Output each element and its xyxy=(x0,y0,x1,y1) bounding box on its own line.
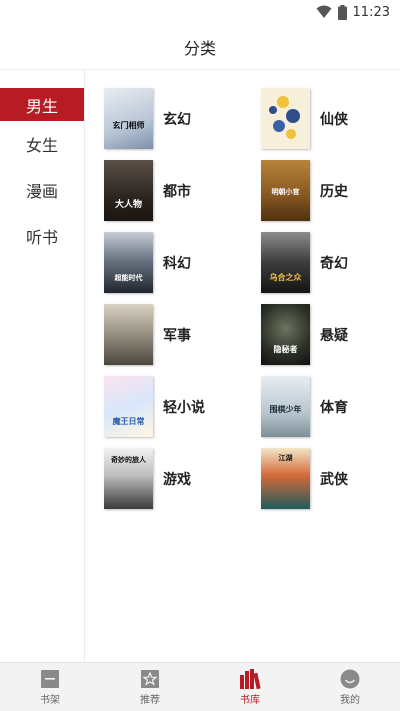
category-qihuan[interactable]: 乌合之众 奇幻 xyxy=(261,232,400,293)
page-title: 分类 xyxy=(183,38,216,58)
sidebar-item-comics[interactable]: 漫画 xyxy=(0,167,84,213)
category-label: 科幻 xyxy=(163,255,191,272)
smiley-icon xyxy=(340,669,360,688)
book-cover: 奇妙的旅人 xyxy=(104,448,153,509)
category-xuanyi[interactable]: 隐秘者 悬疑 xyxy=(261,304,400,365)
battery-icon xyxy=(337,4,347,20)
gender-sidebar: 男生 女生 漫画 听书 xyxy=(0,70,85,662)
bottom-tab-bar: 书架 推荐 书库 我的 xyxy=(0,662,400,711)
status-bar: 11:23 xyxy=(0,0,400,24)
tab-label: 推荐 xyxy=(140,694,160,706)
category-label: 武侠 xyxy=(320,471,348,488)
category-label: 奇幻 xyxy=(320,255,348,272)
category-kehuan[interactable]: 超能时代 科幻 xyxy=(104,232,261,293)
tab-label: 我的 xyxy=(340,694,360,706)
category-qingxiaoshuo[interactable]: 魔王日常 轻小说 xyxy=(104,376,261,437)
category-xuanhuan[interactable]: 玄门相师 玄幻 xyxy=(104,88,261,149)
category-label: 轻小说 xyxy=(163,399,205,416)
category-label: 体育 xyxy=(320,399,348,416)
wifi-icon xyxy=(316,5,332,18)
tab-label: 书库 xyxy=(240,694,260,706)
page-title-bar: 分类 xyxy=(0,24,400,70)
book-cover: 魔王日常 xyxy=(104,376,153,437)
book-cover: 明朝小官 xyxy=(261,160,310,221)
status-time: 11:23 xyxy=(352,4,390,20)
category-label: 仙侠 xyxy=(320,111,348,128)
category-junshi[interactable]: 军事 xyxy=(104,304,261,365)
library-icon xyxy=(240,668,261,689)
book-cover: 江湖 xyxy=(261,448,310,509)
sidebar-item-male[interactable]: 男生 xyxy=(0,88,84,121)
book-cover: 隐秘者 xyxy=(261,304,310,365)
tab-library[interactable]: 书库 xyxy=(200,663,300,711)
book-cover: 大人物 xyxy=(104,160,153,221)
category-lishi[interactable]: 明朝小官 历史 xyxy=(261,160,400,221)
tab-bookshelf[interactable]: 书架 xyxy=(0,663,100,711)
bookshelf-icon xyxy=(41,669,59,688)
category-label: 军事 xyxy=(163,327,191,344)
book-cover: 玄门相师 xyxy=(104,88,153,149)
tab-recommend[interactable]: 推荐 xyxy=(100,663,200,711)
category-dushi[interactable]: 大人物 都市 xyxy=(104,160,261,221)
star-icon xyxy=(141,669,159,688)
sidebar-item-female[interactable]: 女生 xyxy=(0,121,84,167)
category-wuxia[interactable]: 江湖 武侠 xyxy=(261,448,400,509)
category-youxi[interactable]: 奇妙的旅人 游戏 xyxy=(104,448,261,509)
book-cover xyxy=(261,88,310,149)
category-grid: 玄门相师 玄幻 仙侠 大人物 都市 明朝小官 历史 超能时代 科幻 乌合之众 奇… xyxy=(104,88,400,509)
book-cover xyxy=(104,304,153,365)
category-label: 历史 xyxy=(320,183,348,200)
tab-profile[interactable]: 我的 xyxy=(300,663,400,711)
category-label: 悬疑 xyxy=(320,327,348,344)
sidebar-item-audiobooks[interactable]: 听书 xyxy=(0,213,84,259)
book-cover: 乌合之众 xyxy=(261,232,310,293)
category-tiyu[interactable]: 围棋少年 体育 xyxy=(261,376,400,437)
book-cover: 超能时代 xyxy=(104,232,153,293)
tab-label: 书架 xyxy=(40,694,60,706)
category-label: 玄幻 xyxy=(163,111,191,128)
category-label: 都市 xyxy=(163,183,191,200)
book-cover: 围棋少年 xyxy=(261,376,310,437)
category-xianxia[interactable]: 仙侠 xyxy=(261,88,400,149)
category-label: 游戏 xyxy=(163,471,191,488)
